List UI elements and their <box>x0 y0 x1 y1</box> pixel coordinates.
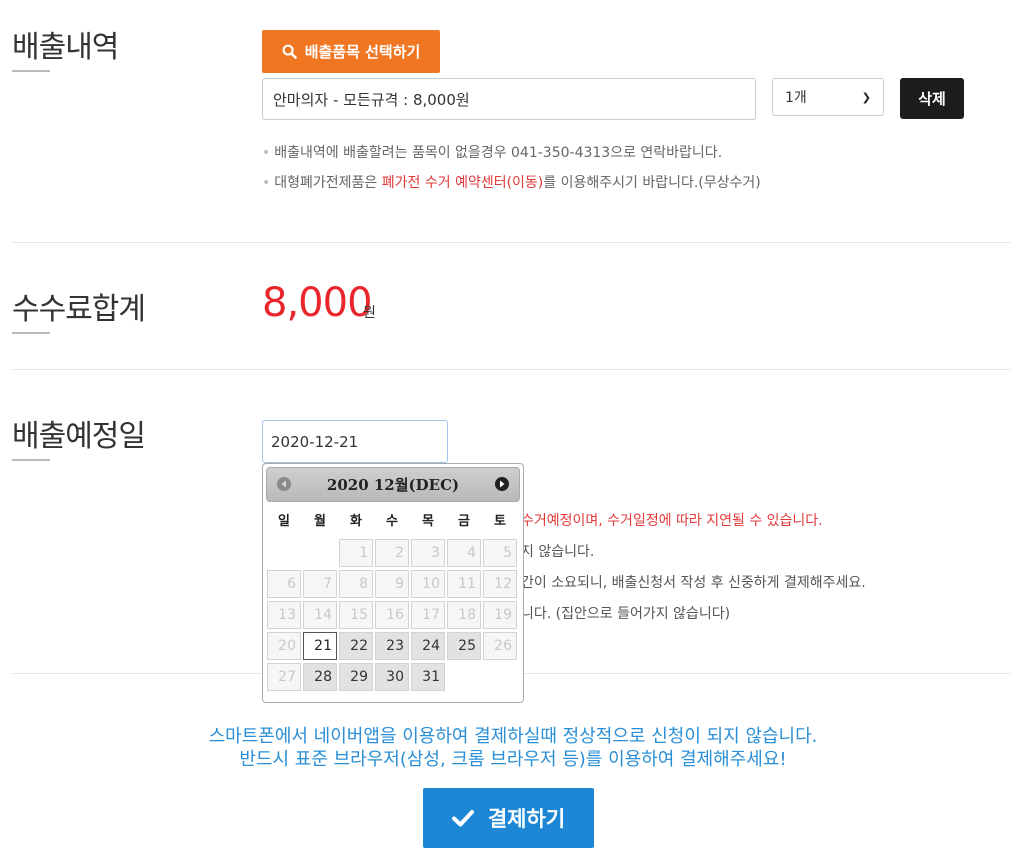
weekday-row: 일월화수목금토 <box>266 511 520 533</box>
fee-title-underline <box>12 332 50 334</box>
fee-unit: 원 <box>363 305 376 321</box>
calendar-empty-cell <box>303 539 337 567</box>
fee-section-title: 수수료합계 <box>12 292 146 327</box>
item-field[interactable] <box>262 78 756 120</box>
fee-amount: 8,000 <box>262 280 373 326</box>
date-title-underline <box>12 459 50 461</box>
pay-button[interactable]: 결제하기 <box>423 788 594 848</box>
calendar-day-12: 12 <box>483 570 517 598</box>
appliance-reservation-link[interactable]: 폐가전 수거 예약센터(이동) <box>382 175 544 191</box>
quantity-select[interactable]: 1개 ❯ <box>772 78 884 116</box>
weekday-label: 월 <box>314 514 326 529</box>
schedule-note-4: 니다. (집안으로 들어가지 않습니다) <box>521 606 731 622</box>
items-note-contact-text: 배출내역에 배출할려는 품목이 없을경우 041-350-4313으로 연락바랍… <box>274 145 723 161</box>
schedule-note-2: 지 않습니다. <box>521 544 595 560</box>
calendar-day-28[interactable]: 28 <box>303 663 337 691</box>
bullet-icon: • <box>262 175 271 191</box>
calendar-day-23[interactable]: 23 <box>375 632 409 660</box>
calendar-empty-cell <box>447 663 481 691</box>
weekday-label: 화 <box>350 514 362 529</box>
items-note-appliance: • 대형폐가전제품은 폐가전 수거 예약센터(이동)를 이용해주시기 바랍니다.(… <box>262 172 761 192</box>
calendar-day-16: 16 <box>375 601 409 629</box>
items-note-appliance-prefix: 대형폐가전제품은 <box>274 175 382 191</box>
chevron-down-icon: ❯ <box>861 90 871 104</box>
calendar-day-26: 26 <box>483 632 517 660</box>
calendar-day-9: 9 <box>375 570 409 598</box>
datepicker-title: 2020 12월(DEC) <box>326 476 460 494</box>
calendar-day-24[interactable]: 24 <box>411 632 445 660</box>
weekday-label: 수 <box>386 514 398 529</box>
calendar-day-27: 27 <box>267 663 301 691</box>
calendar-day-6: 6 <box>267 570 301 598</box>
calendar-day-19: 19 <box>483 601 517 629</box>
datepicker-header: 2020 12월(DEC) <box>266 467 520 502</box>
calendar-day-2: 2 <box>375 539 409 567</box>
calendar-day-3: 3 <box>411 539 445 567</box>
check-icon <box>451 810 474 827</box>
schedule-note-delay: 수거예정이며, 수거일정에 따라 지연될 수 있습니다. <box>521 513 823 529</box>
calendar-day-30[interactable]: 30 <box>375 663 409 691</box>
prev-month-icon[interactable] <box>277 477 291 491</box>
calendar-day-7: 7 <box>303 570 337 598</box>
select-item-button[interactable]: 배출품목 선택하기 <box>262 30 440 73</box>
calendar-day-31[interactable]: 31 <box>411 663 445 691</box>
calendar-day-13: 13 <box>267 601 301 629</box>
section-divider <box>12 242 1011 243</box>
calendar-day-10: 10 <box>411 570 445 598</box>
section-divider <box>12 369 1011 370</box>
items-note-appliance-suffix: 를 이용해주시기 바랍니다.(무상수거) <box>543 175 761 191</box>
next-month-icon[interactable] <box>495 477 509 491</box>
search-icon <box>282 44 297 59</box>
items-section-title: 배출내역 <box>12 30 119 65</box>
calendar-empty-cell <box>483 663 517 691</box>
calendar-day-17: 17 <box>411 601 445 629</box>
mobile-notice-line2: 반드시 표준 브라우저(삼성, 크롬 브라우저 등)를 이용하여 결제해주세요! <box>239 749 787 770</box>
calendar-day-14: 14 <box>303 601 337 629</box>
date-section-title: 배출예정일 <box>12 419 146 454</box>
delete-button[interactable]: 삭제 <box>900 78 964 119</box>
calendar-day-4: 4 <box>447 539 481 567</box>
calendar-day-18: 18 <box>447 601 481 629</box>
weekday-label: 일 <box>278 514 290 529</box>
calendar-day-15: 15 <box>339 601 373 629</box>
calendar-day-22[interactable]: 22 <box>339 632 373 660</box>
items-title-underline <box>12 70 50 72</box>
calendar-day-8: 8 <box>339 570 373 598</box>
calendar-day-21[interactable]: 21 <box>303 632 337 660</box>
calendar-day-1: 1 <box>339 539 373 567</box>
select-item-label: 배출품목 선택하기 <box>304 43 421 61</box>
bullet-icon: • <box>262 145 271 161</box>
pay-button-label: 결제하기 <box>487 807 566 831</box>
calendar-day-11: 11 <box>447 570 481 598</box>
calendar-grid: 1 2 3 4 5 6 7 8 9 10 11 12 13 14 15 16 17 18 19 20 21 22 23 24 2… <box>266 539 520 691</box>
datepicker: 2020 12월(DEC) 일월화수목금토 1 2 3 4 5 6 7 8 9 10 11 12 13 1… <box>262 463 524 703</box>
weekday-label: 토 <box>494 514 506 529</box>
items-note-contact: • 배출내역에 배출할려는 품목이 없을경우 041-350-4313으로 연락바… <box>262 142 722 162</box>
schedule-note-3: 간이 소요되니, 배출신청서 작성 후 신중하게 결제해주세요. <box>521 575 866 591</box>
date-input[interactable] <box>262 420 448 463</box>
quantity-value: 1개 <box>785 90 807 106</box>
weekday-label: 목 <box>422 514 434 529</box>
calendar-day-20: 20 <box>267 632 301 660</box>
calendar-empty-cell <box>267 539 301 567</box>
weekday-label: 금 <box>458 514 470 529</box>
calendar-day-5: 5 <box>483 539 517 567</box>
calendar-day-25[interactable]: 25 <box>447 632 481 660</box>
calendar-day-29[interactable]: 29 <box>339 663 373 691</box>
